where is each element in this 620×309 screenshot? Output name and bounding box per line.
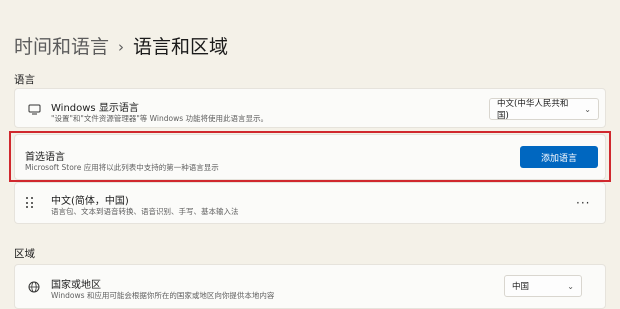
language-item-desc: 语言包、文本到语音转换、语音识别、手写、基本输入法 xyxy=(51,207,239,216)
monitor-icon xyxy=(27,102,41,116)
country-region-card: 国家或地区 Windows 和应用可能会根据你所在的国家或地区向你提供本地内容 … xyxy=(14,264,606,309)
language-item-title: 中文(简体，中国) xyxy=(51,196,129,207)
country-region-desc: Windows 和应用可能会根据你所在的国家或地区向你提供本地内容 xyxy=(51,291,275,300)
language-list-item[interactable]: 中文(简体，中国) 语言包、文本到语音转换、语音识别、手写、基本输入法 xyxy=(14,182,606,224)
country-region-value: 中国 xyxy=(512,282,530,292)
add-language-button[interactable]: 添加语言 xyxy=(520,146,598,168)
display-language-value: 中文(中华人民共和国) xyxy=(497,99,569,121)
preferred-language-desc: Microsoft Store 应用将以此列表中支持的第一种语言显示 xyxy=(25,163,219,172)
settings-page: 时间和语言 › 语言和区域 语言 Windows 显示语言 "设置"和"文件资源… xyxy=(0,0,620,309)
more-options-button[interactable]: ··· xyxy=(576,196,590,210)
breadcrumb: 时间和语言 › 语言和区域 xyxy=(14,34,228,60)
breadcrumb-separator-icon: › xyxy=(118,38,125,56)
section-title-region: 区域 xyxy=(14,248,35,260)
breadcrumb-parent[interactable]: 时间和语言 xyxy=(14,34,109,60)
preferred-language-title: 首选语言 xyxy=(25,152,65,163)
page-title: 语言和区域 xyxy=(133,36,229,58)
country-region-title: 国家或地区 xyxy=(51,280,101,291)
display-language-title: Windows 显示语言 xyxy=(51,103,139,114)
display-language-card: Windows 显示语言 "设置"和"文件资源管理器"等 Windows 功能将… xyxy=(14,88,606,128)
display-language-desc: "设置"和"文件资源管理器"等 Windows 功能将使用此语言显示。 xyxy=(51,114,269,123)
globe-icon xyxy=(27,280,41,294)
chevron-down-icon: ⌄ xyxy=(584,104,591,114)
section-title-language: 语言 xyxy=(14,74,35,86)
chevron-down-icon: ⌄ xyxy=(567,281,574,291)
drag-handle-icon[interactable] xyxy=(26,197,34,209)
preferred-language-card: 首选语言 Microsoft Store 应用将以此列表中支持的第一种语言显示 xyxy=(14,134,606,180)
display-language-dropdown[interactable]: 中文(中华人民共和国) ⌄ xyxy=(489,98,599,121)
country-region-dropdown[interactable]: 中国 ⌄ xyxy=(504,275,582,297)
